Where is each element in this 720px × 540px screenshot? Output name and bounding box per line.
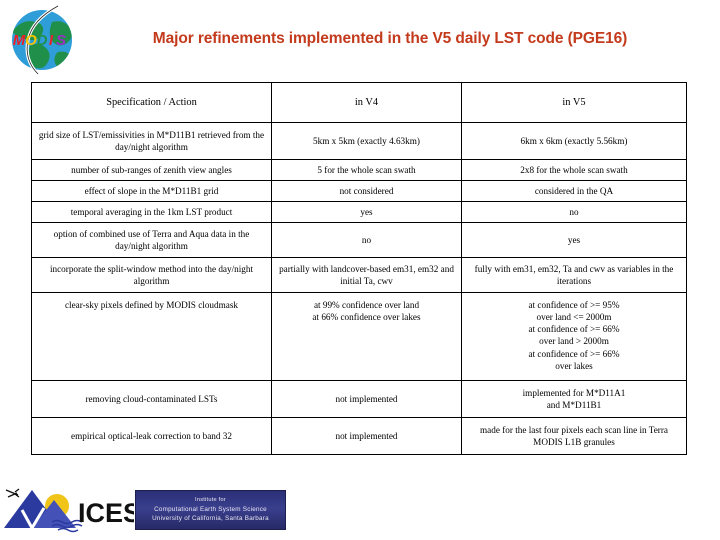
refinements-table: Specification / Action in V4 in V5 grid … — [31, 82, 687, 455]
slide-footer: ICESS Institute for Computational Earth … — [0, 482, 720, 540]
table-row: removing cloud-contaminated LSTs not imp… — [31, 380, 687, 418]
banner-line-department: Computational Earth System Science — [154, 505, 267, 513]
cell-v4: 5km x 5km (exactly 4.63km) — [271, 122, 462, 160]
modis-letter-s: S — [56, 32, 66, 49]
cell-specification: removing cloud-contaminated LSTs — [31, 380, 272, 418]
cell-v4: partially with landcover-based em31, em3… — [271, 257, 462, 293]
slide-header: M O D I S Major refinements implemented … — [0, 0, 720, 82]
cell-v4: 5 for the whole scan swath — [271, 159, 462, 181]
modis-letter-o: O — [25, 32, 37, 49]
cell-v5: fully with em31, em32, Ta and cwv as var… — [461, 257, 687, 293]
cell-specification: effect of slope in the M*D11B1 grid — [31, 180, 272, 202]
table-header-row: Specification / Action in V4 in V5 — [31, 82, 687, 123]
modis-letter-m: M — [13, 32, 26, 49]
table-row: clear-sky pixels defined by MODIS cloudm… — [31, 292, 687, 381]
banner-line-institute: Institute for — [195, 496, 226, 503]
icess-emblem-icon: ICESS — [4, 488, 159, 533]
cell-specification: clear-sky pixels defined by MODIS cloudm… — [31, 292, 272, 381]
icess-banner: Institute for Computational Earth System… — [135, 490, 286, 530]
cell-v4: yes — [271, 201, 462, 223]
modis-logo: M O D I S — [4, 2, 80, 78]
cell-specification: incorporate the split-window method into… — [31, 257, 272, 293]
table-row: temporal averaging in the 1km LST produc… — [31, 201, 687, 223]
cell-v5: made for the last four pixels each scan … — [461, 417, 687, 455]
table-row: incorporate the split-window method into… — [31, 257, 687, 293]
table-row: option of combined use of Terra and Aqua… — [31, 222, 687, 258]
cell-specification: grid size of LST/emissivities in M*D11B1… — [31, 122, 272, 160]
banner-line-university: University of California, Santa Barbara — [152, 515, 269, 523]
table-row: number of sub-ranges of zenith view angl… — [31, 159, 687, 181]
cell-v5: implemented for M*D11A1 and M*D11B1 — [461, 380, 687, 418]
cell-v5: considered in the QA — [461, 180, 687, 202]
page-title: Major refinements implemented in the V5 … — [152, 30, 628, 47]
cell-v4: no — [271, 222, 462, 258]
cell-specification: option of combined use of Terra and Aqua… — [31, 222, 272, 258]
cell-v4: not considered — [271, 180, 462, 202]
icess-wordmark: ICESS — [78, 498, 134, 528]
table-row: empirical optical-leak correction to ban… — [31, 417, 687, 455]
cell-v5: 6km x 6km (exactly 5.56km) — [461, 122, 687, 160]
column-header-v5: in V5 — [461, 82, 687, 123]
cell-v4: not implemented — [271, 417, 462, 455]
cell-specification: empirical optical-leak correction to ban… — [31, 417, 272, 455]
cell-v5: yes — [461, 222, 687, 258]
cell-v5: no — [461, 201, 687, 223]
table-row: grid size of LST/emissivities in M*D11B1… — [31, 122, 687, 160]
cell-v4: not implemented — [271, 380, 462, 418]
table-row: effect of slope in the M*D11B1 grid not … — [31, 180, 687, 202]
modis-letter-d: D — [37, 32, 48, 49]
cell-v5: at confidence of >= 95% over land <= 200… — [461, 292, 687, 381]
cell-specification: temporal averaging in the 1km LST produc… — [31, 201, 272, 223]
cell-specification: number of sub-ranges of zenith view angl… — [31, 159, 272, 181]
column-header-specification: Specification / Action — [31, 82, 272, 123]
cell-v4: at 99% confidence over land at 66% confi… — [271, 292, 462, 381]
icess-logo: ICESS — [2, 484, 159, 534]
modis-globe-icon: M O D I S — [12, 4, 72, 76]
cell-v5: 2x8 for the whole scan swath — [461, 159, 687, 181]
column-header-v4: in V4 — [271, 82, 462, 123]
